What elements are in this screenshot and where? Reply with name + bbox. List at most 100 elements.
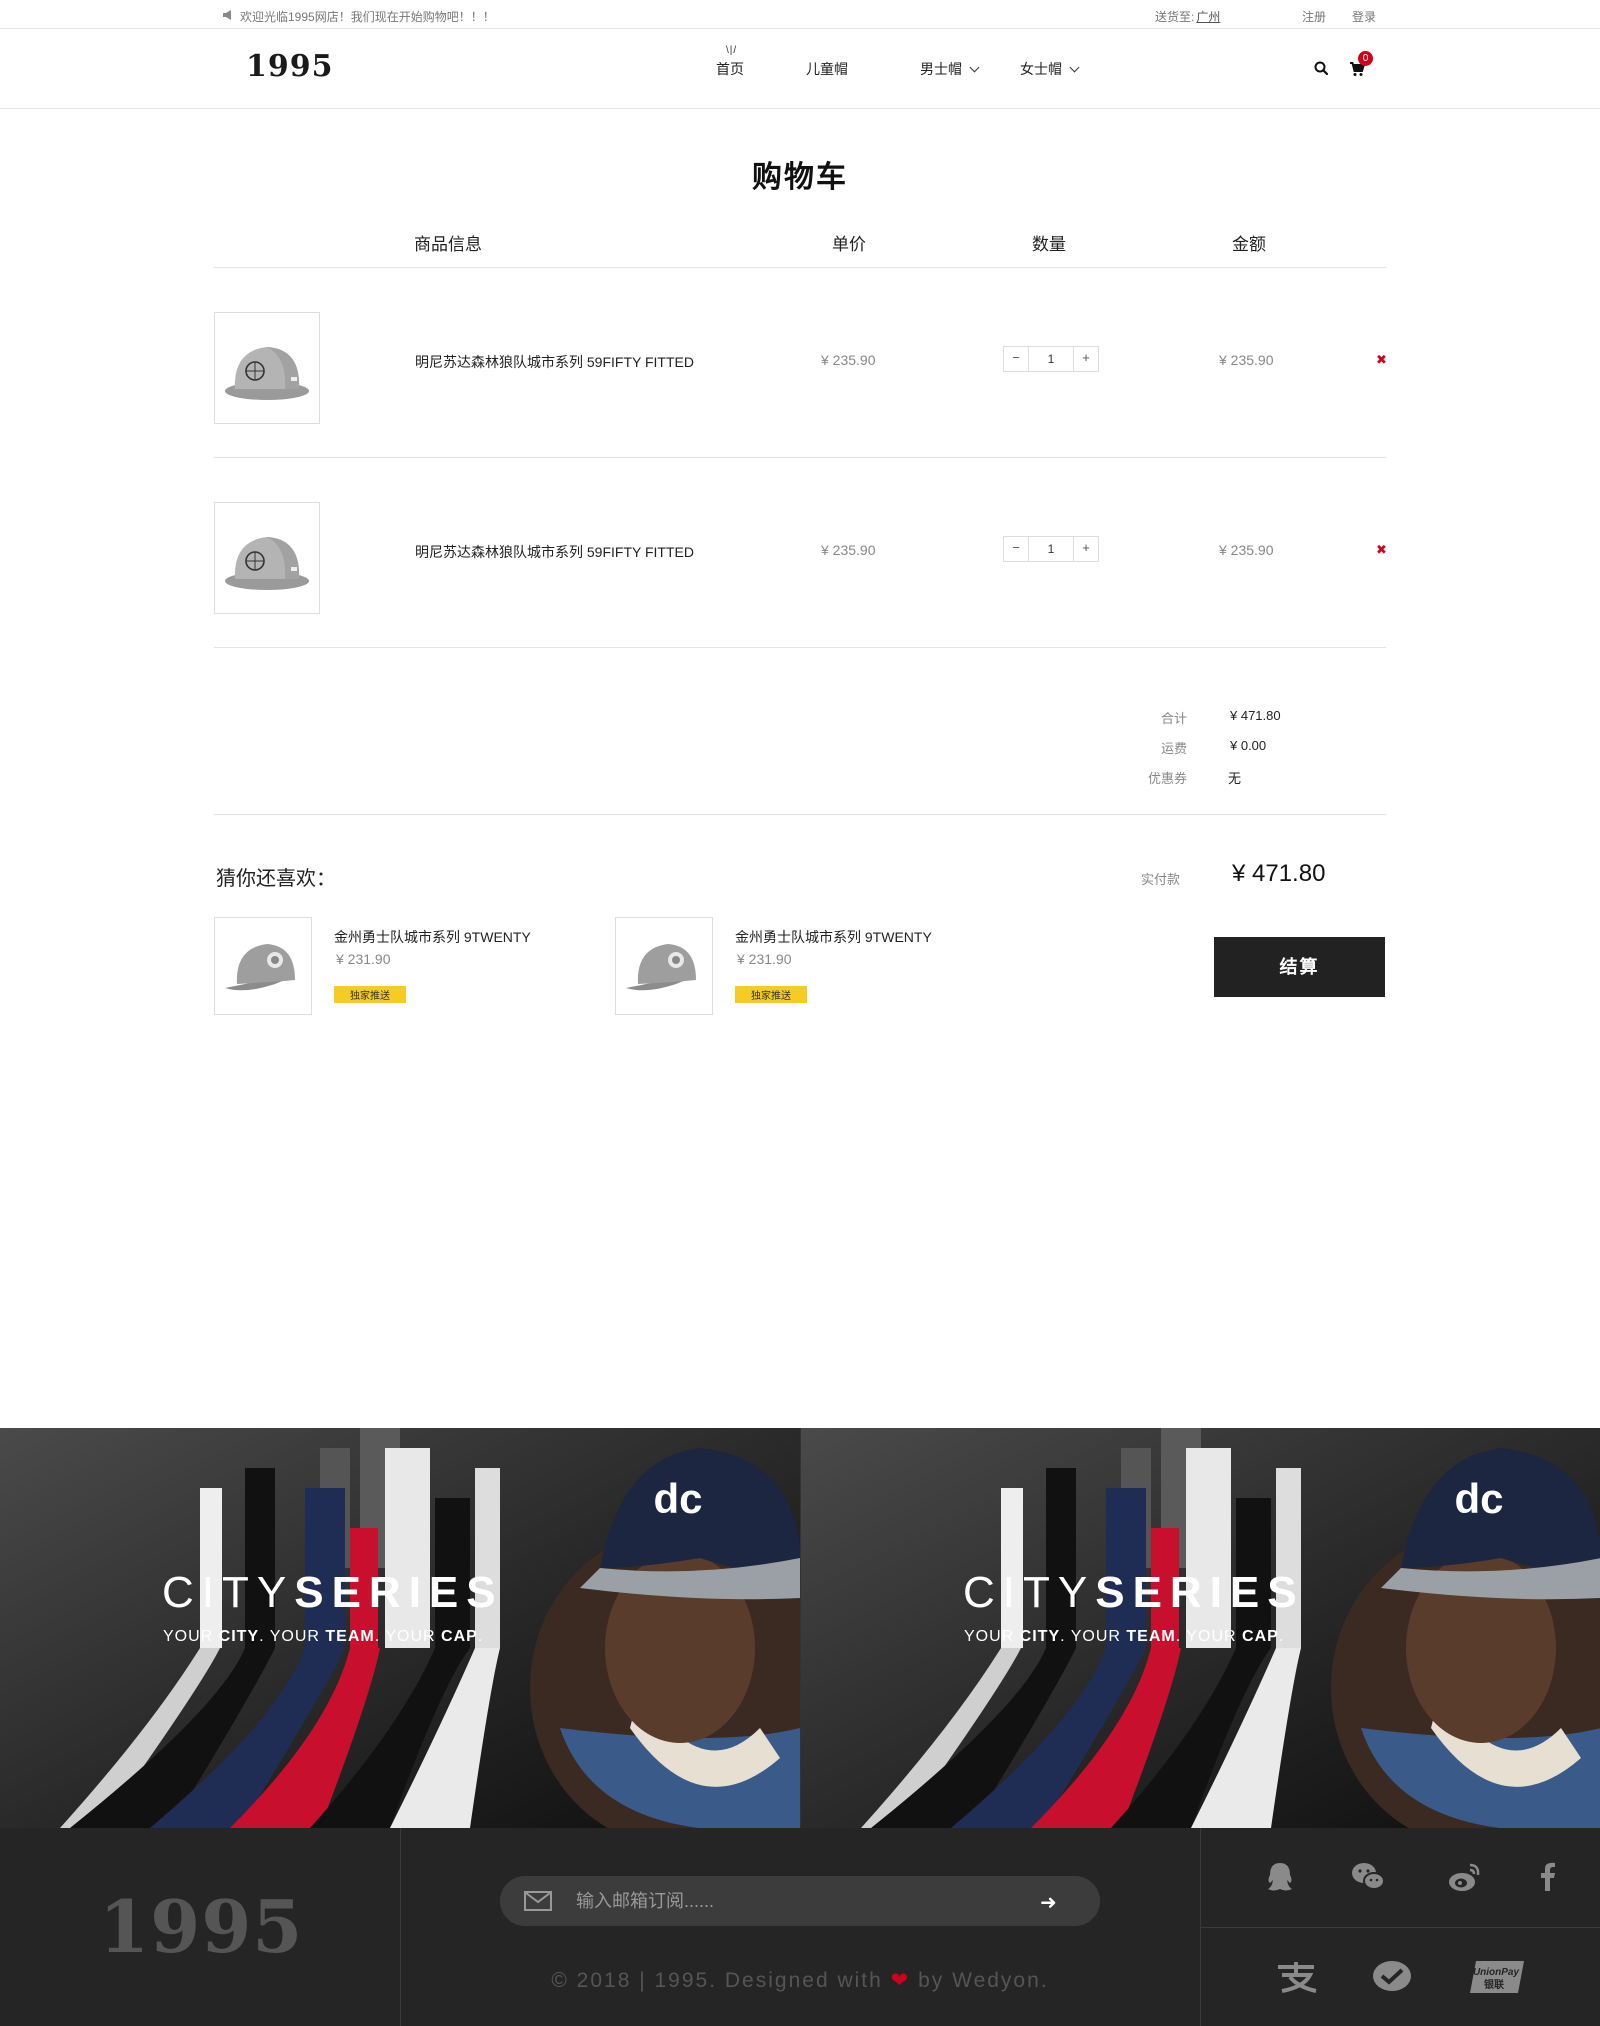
- copyright-part: © 2018 | 1995. Designed with: [551, 1969, 883, 1992]
- tagline-cap: CAP: [441, 1628, 478, 1645]
- wechat-icon[interactable]: [1350, 1859, 1386, 1895]
- nav-label: 首页: [716, 61, 744, 77]
- welcome-notice: 欢迎光临1995网店！我们现在开始购物吧！！！: [222, 8, 495, 25]
- shipping-value: ¥ 0.00: [1230, 738, 1267, 753]
- line-amount: ¥ 235.90: [1219, 352, 1274, 368]
- heart-icon: ❤: [890, 1969, 911, 1992]
- tagline-part: . YOUR: [1175, 1628, 1243, 1645]
- footer-divider: [400, 1828, 401, 2026]
- headline-bold: SERIES: [294, 1568, 504, 1617]
- facebook-icon[interactable]: [1530, 1859, 1566, 1895]
- city-series-banner[interactable]: dc CITYSERIES YOUR CITY. YOUR TEAM. YOUR…: [800, 1428, 1600, 1828]
- cart-row: 明尼苏达森林狼队城市系列 59FIFTY FITTED ¥ 235.90 − 1…: [214, 458, 1387, 648]
- remove-item-icon[interactable]: ✖: [1376, 352, 1387, 368]
- quantity-field[interactable]: 1: [1028, 537, 1074, 561]
- quantity-stepper: − 1 +: [1003, 536, 1099, 562]
- shipping-label: 运费: [1160, 741, 1187, 756]
- product-name-link[interactable]: 明尼苏达森林狼队城市系列 59FIFTY FITTED: [415, 352, 694, 372]
- tagline-part: . YOUR: [374, 1628, 442, 1645]
- recommend-name[interactable]: 金州勇士队城市系列 9TWENTY: [334, 927, 531, 947]
- increase-qty-button[interactable]: +: [1074, 347, 1098, 371]
- ship-city-link[interactable]: 广州: [1196, 10, 1220, 24]
- tagline-cap: CAP: [1242, 1628, 1279, 1645]
- tagline-part: .: [477, 1628, 484, 1645]
- order-summary: 合计 ¥ 471.80 运费 ¥ 0.00 优惠券 无: [214, 648, 1386, 815]
- search-icon[interactable]: [1314, 61, 1328, 75]
- ship-to: 送货至: 广州: [1155, 8, 1220, 25]
- banner-tagline: YOUR CITY. YOUR TEAM. YOUR CAP.: [964, 1628, 1284, 1646]
- footer-logo[interactable]: 1995: [99, 1884, 303, 1969]
- register-link[interactable]: 注册: [1302, 8, 1326, 25]
- pay-total: ¥ 471.80: [1232, 860, 1326, 887]
- nav-label: 女士帽: [1020, 61, 1062, 77]
- decrease-qty-button[interactable]: −: [1004, 347, 1028, 371]
- site-footer: 1995 ➜ © 2018 | 1995. Designed with ❤ by…: [0, 1828, 1600, 2026]
- city-series-banner[interactable]: dc CITYSERIES YOUR CITY. YOUR TEAM. YOUR…: [0, 1428, 800, 1828]
- tagline-part: . YOUR: [259, 1628, 326, 1645]
- recommend-item[interactable]: 金州勇士队城市系列 9TWENTY ¥ 231.90 独家推送: [615, 917, 995, 1017]
- headline-bold: SERIES: [1095, 1568, 1305, 1617]
- tagline-team: TEAM: [325, 1628, 375, 1645]
- column-header-amount: 金额: [1232, 235, 1266, 254]
- unit-price: ¥ 235.90: [821, 542, 876, 558]
- unit-price: ¥ 235.90: [821, 352, 876, 368]
- coupon-value[interactable]: 无: [1228, 768, 1241, 787]
- nav-item-men[interactable]: 男士帽: [920, 59, 980, 79]
- active-indicator-icon: \|/: [726, 45, 738, 56]
- tagline-city: CITY: [1019, 1628, 1061, 1645]
- cart-row: 明尼苏达森林狼队城市系列 59FIFTY FITTED ¥ 235.90 − 1…: [214, 268, 1387, 458]
- recommend-item[interactable]: 金州勇士队城市系列 9TWENTY ¥ 231.90 独家推送: [214, 917, 594, 1017]
- cart-table-header: 商品信息 单价 数量 金额: [214, 222, 1386, 268]
- exclusive-tag-badge: 独家推送: [334, 986, 406, 1003]
- product-name-link[interactable]: 明尼苏达森林狼队城市系列 59FIFTY FITTED: [415, 542, 694, 562]
- recommend-price: ¥ 231.90: [336, 951, 391, 967]
- unionpay-icon[interactable]: UnionPay 银联: [1470, 1959, 1526, 1995]
- cap-logo-text: dc: [653, 1475, 702, 1522]
- quantity-stepper: − 1 +: [1003, 346, 1099, 372]
- login-link[interactable]: 登录: [1352, 8, 1376, 25]
- banner-headline: CITYSERIES: [162, 1568, 504, 1618]
- welcome-text: 欢迎光临1995网店！我们现在开始购物吧！！！: [240, 10, 495, 24]
- tagline-team: TEAM: [1126, 1628, 1176, 1645]
- site-logo[interactable]: 1995: [246, 49, 334, 84]
- decrease-qty-button[interactable]: −: [1004, 537, 1028, 561]
- top-notice-bar: 欢迎光临1995网店！我们现在开始购物吧！！！ 送货至: 广州 注册 登录: [0, 0, 1600, 29]
- checkout-button[interactable]: 结算: [1214, 937, 1385, 997]
- line-amount: ¥ 235.90: [1219, 542, 1274, 558]
- qq-icon[interactable]: [1262, 1859, 1298, 1895]
- weibo-icon[interactable]: [1446, 1859, 1482, 1895]
- wechat-pay-icon[interactable]: [1372, 1959, 1412, 1995]
- mail-icon: [524, 1891, 552, 1911]
- quantity-field[interactable]: 1: [1028, 347, 1074, 371]
- chevron-down-icon: [1069, 62, 1080, 72]
- banner-tagline: YOUR CITY. YOUR TEAM. YOUR CAP.: [163, 1628, 483, 1646]
- unionpay-cn-text: 银联: [1484, 1978, 1504, 1991]
- recommend-name[interactable]: 金州勇士队城市系列 9TWENTY: [735, 927, 932, 947]
- nav-item-women[interactable]: 女士帽: [1020, 59, 1080, 79]
- increase-qty-button[interactable]: +: [1074, 537, 1098, 561]
- exclusive-tag-badge: 独家推送: [735, 986, 807, 1003]
- tagline-part: YOUR: [163, 1628, 219, 1645]
- column-header-product: 商品信息: [414, 235, 482, 254]
- nav-label: 男士帽: [920, 61, 962, 77]
- product-thumbnail[interactable]: [214, 502, 320, 614]
- pay-label: 实付款: [1141, 872, 1181, 887]
- column-header-qty: 数量: [1032, 235, 1066, 254]
- ship-label: 送货至:: [1155, 10, 1195, 24]
- tagline-part: YOUR: [964, 1628, 1020, 1645]
- subtotal-value: ¥ 471.80: [1230, 708, 1281, 723]
- recommend-title: 猜你还喜欢：: [216, 868, 336, 890]
- alipay-icon[interactable]: [1274, 1959, 1320, 1995]
- nav-item-kids[interactable]: 儿童帽: [806, 59, 848, 79]
- subscribe-form: ➜: [500, 1876, 1100, 1926]
- footer-divider: [1201, 1927, 1600, 1928]
- product-thumbnail[interactable]: [615, 917, 713, 1015]
- product-thumbnail[interactable]: [214, 917, 312, 1015]
- product-thumbnail[interactable]: [214, 312, 320, 424]
- nav-item-home[interactable]: \|/ 首页: [716, 45, 744, 79]
- arrow-right-icon[interactable]: ➜: [1040, 1890, 1057, 1915]
- copyright-part: by Wedyon.: [918, 1969, 1049, 1992]
- email-subscribe-input[interactable]: [576, 1886, 1016, 1916]
- unionpay-en-text: UnionPay: [1473, 1967, 1520, 1978]
- remove-item-icon[interactable]: ✖: [1376, 542, 1387, 558]
